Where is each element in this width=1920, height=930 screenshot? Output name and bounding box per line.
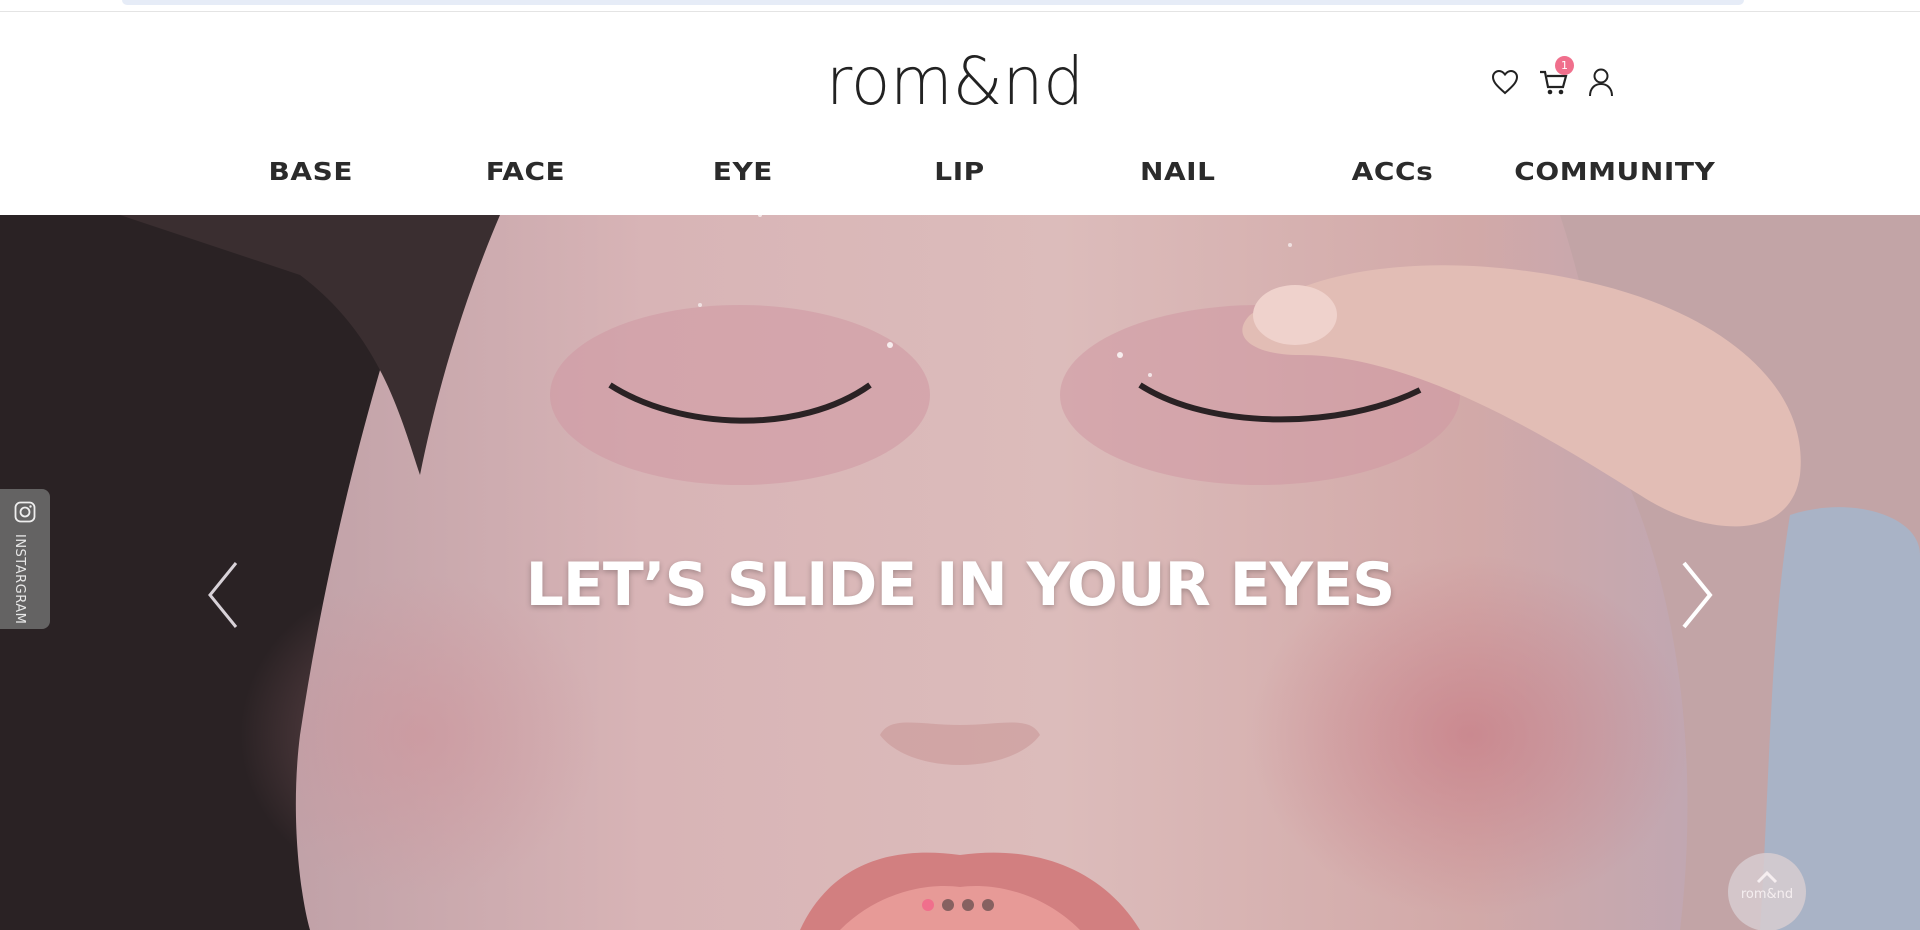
nav-item-face[interactable]: FACE xyxy=(486,157,566,186)
slider-pagination xyxy=(922,899,994,911)
main-nav: BASE FACE EYE LIP NAIL ACCs COMMUNITY xyxy=(0,157,1920,209)
slider-next-button[interactable] xyxy=(1672,555,1722,635)
top-strip xyxy=(0,0,1920,12)
wishlist-button[interactable] xyxy=(1490,66,1520,98)
header-icons: 1 xyxy=(1490,56,1616,102)
slider-dot-2[interactable] xyxy=(942,899,954,911)
nav-item-accs[interactable]: ACCs xyxy=(1352,157,1434,186)
chevron-right-icon xyxy=(1682,561,1713,629)
scroll-top-button[interactable]: rom&nd xyxy=(1728,853,1806,930)
nav-item-nail[interactable]: NAIL xyxy=(1140,157,1216,186)
brand-logo[interactable]: rom&nd xyxy=(826,42,1086,122)
scroll-top-brand: rom&nd xyxy=(1740,887,1794,902)
site-header: rom&nd 1 BASE FACE EYE LIP NAIL ACCs COM… xyxy=(0,12,1920,215)
chevron-up-icon xyxy=(1756,870,1778,884)
chevron-left-icon xyxy=(208,562,238,628)
cart-button[interactable]: 1 xyxy=(1538,56,1574,98)
instagram-side-tab[interactable]: INSTARGRAM xyxy=(0,489,50,629)
hero-slider[interactable]: LET’S SLIDE IN YOUR EYES xyxy=(0,215,1920,930)
nav-item-community[interactable]: COMMUNITY xyxy=(1514,157,1715,186)
slider-dot-3[interactable] xyxy=(962,899,974,911)
nav-item-base[interactable]: BASE xyxy=(268,157,353,186)
account-button[interactable] xyxy=(1586,66,1616,98)
heart-icon xyxy=(1491,69,1519,95)
instagram-label: INSTARGRAM xyxy=(12,534,27,625)
instagram-icon xyxy=(14,501,36,523)
cart-count-badge: 1 xyxy=(1555,56,1574,75)
slider-dot-4[interactable] xyxy=(982,899,994,911)
logo-text: rom&nd xyxy=(826,43,1084,120)
slider-prev-button[interactable] xyxy=(198,555,248,635)
hero-caption: LET’S SLIDE IN YOUR EYES xyxy=(525,550,1396,620)
nav-item-lip[interactable]: LIP xyxy=(934,157,984,186)
top-strip-bar xyxy=(122,0,1744,5)
user-icon xyxy=(1589,68,1613,97)
slider-dot-1[interactable] xyxy=(922,899,934,911)
nav-item-eye[interactable]: EYE xyxy=(713,157,773,186)
